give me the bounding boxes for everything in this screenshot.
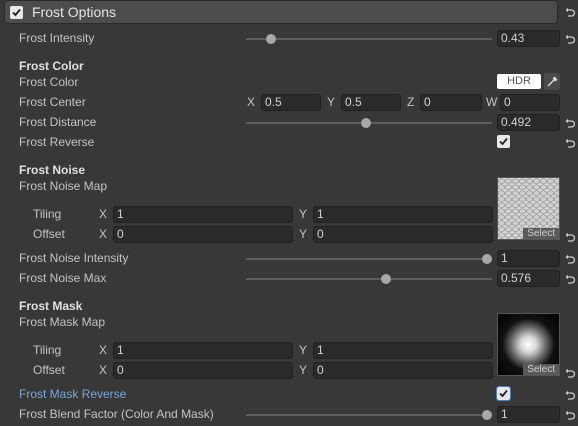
color-picker-button[interactable]: [544, 73, 560, 90]
reset-arrow-icon[interactable]: [564, 389, 576, 401]
reset-arrow-icon[interactable]: [564, 137, 576, 149]
noise-max-field[interactable]: 0.576: [497, 270, 560, 287]
frost-intensity-field[interactable]: 0.43: [497, 30, 560, 47]
noise-tiling-y-axis-label: Y: [299, 207, 308, 221]
frost-distance-label: Frost Distance: [19, 115, 97, 129]
center-z-axis-label: Z: [407, 95, 415, 109]
frost-reverse-label: Frost Reverse: [19, 135, 95, 149]
noise-tiling-label: Tiling: [33, 207, 62, 221]
frost-intensity-slider-thumb[interactable]: [266, 34, 276, 44]
frost-distance-field[interactable]: 0.492: [497, 114, 560, 131]
noise-offset-y-field[interactable]: 0: [313, 226, 493, 243]
mask-map-thumbnail[interactable]: Select: [497, 313, 560, 376]
center-w-axis-label: W: [486, 95, 498, 109]
mask-tiling-label: Tiling: [33, 343, 62, 357]
frost-center-label: Frost Center: [19, 95, 86, 109]
mask-tiling-y-field[interactable]: 1: [313, 342, 493, 359]
reset-arrow-icon[interactable]: [564, 231, 576, 243]
checkmark-icon: [12, 8, 21, 17]
reset-arrow-icon[interactable]: [564, 367, 576, 379]
mask-offset-label: Offset: [33, 363, 65, 377]
noise-max-slider-track[interactable]: [246, 278, 492, 280]
frost-noise-section-title: Frost Noise: [19, 163, 86, 177]
frost-noise-map-label: Frost Noise Map: [19, 179, 108, 193]
reset-arrow-icon[interactable]: [564, 273, 576, 285]
center-w-field[interactable]: 0: [500, 94, 560, 111]
eyedropper-icon: [547, 76, 558, 87]
frost-mask-reverse-label: Frost Mask Reverse: [19, 387, 127, 401]
reset-arrow-icon[interactable]: [564, 409, 576, 421]
reset-arrow-icon[interactable]: [564, 253, 576, 265]
noise-intensity-slider-thumb[interactable]: [482, 254, 492, 264]
mask-tiling-x-field[interactable]: 1: [113, 342, 293, 359]
noise-tiling-x-axis-label: X: [99, 207, 108, 221]
blend-factor-slider-thumb[interactable]: [482, 410, 492, 420]
checkmark-icon: [499, 137, 508, 146]
noise-offset-y-axis-label: Y: [299, 227, 308, 241]
center-x-axis-label: X: [247, 95, 256, 109]
frost-color-section-title: Frost Color: [19, 59, 84, 73]
mask-offset-x-axis-label: X: [99, 363, 108, 377]
frost-distance-slider-thumb[interactable]: [361, 118, 371, 128]
frost-color-label: Frost Color: [19, 75, 79, 89]
center-y-axis-label: Y: [327, 95, 336, 109]
mask-map-select-button[interactable]: Select: [523, 364, 559, 375]
noise-intensity-field[interactable]: 1: [497, 250, 560, 267]
noise-map-select-button[interactable]: Select: [523, 228, 559, 239]
frost-mask-section-title: Frost Mask: [19, 299, 83, 313]
noise-tiling-x-field[interactable]: 1: [113, 206, 293, 223]
noise-map-thumbnail[interactable]: Select: [497, 177, 560, 240]
blend-factor-field[interactable]: 1: [497, 406, 560, 423]
frost-options-title: Frost Options: [32, 4, 117, 20]
frost-noise-intensity-label: Frost Noise Intensity: [19, 251, 129, 265]
frost-blend-factor-label: Frost Blend Factor (Color And Mask): [19, 407, 214, 421]
frost-intensity-slider-track[interactable]: [246, 38, 492, 40]
noise-intensity-slider-track[interactable]: [246, 258, 492, 260]
center-y-field[interactable]: 0.5: [341, 94, 401, 111]
noise-max-slider-thumb[interactable]: [381, 274, 391, 284]
noise-offset-x-axis-label: X: [99, 227, 108, 241]
mask-tiling-x-axis-label: X: [99, 343, 108, 357]
reset-arrow-icon[interactable]: [564, 6, 576, 18]
frost-intensity-label: Frost Intensity: [19, 31, 95, 45]
mask-tiling-y-axis-label: Y: [299, 343, 308, 357]
frost-options-checkbox[interactable]: [10, 6, 23, 19]
reset-arrow-icon[interactable]: [564, 33, 576, 45]
mask-offset-y-axis-label: Y: [299, 363, 308, 377]
noise-offset-label: Offset: [33, 227, 65, 241]
frost-mask-reverse-checkbox[interactable]: [496, 386, 511, 401]
center-z-field[interactable]: 0: [420, 94, 482, 111]
blend-factor-slider-track[interactable]: [246, 414, 492, 416]
noise-tiling-y-field[interactable]: 1: [313, 206, 493, 223]
frost-reverse-checkbox[interactable]: [497, 135, 510, 148]
reset-arrow-icon[interactable]: [564, 117, 576, 129]
frost-mask-map-label: Frost Mask Map: [19, 315, 106, 329]
frost-noise-max-label: Frost Noise Max: [19, 271, 107, 285]
center-x-field[interactable]: 0.5: [261, 94, 321, 111]
noise-offset-x-field[interactable]: 0: [113, 226, 293, 243]
mask-offset-x-field[interactable]: 0: [113, 362, 293, 379]
frost-color-swatch[interactable]: HDR: [497, 74, 541, 89]
checkmark-icon: [499, 389, 508, 398]
mask-offset-y-field[interactable]: 0: [313, 362, 493, 379]
